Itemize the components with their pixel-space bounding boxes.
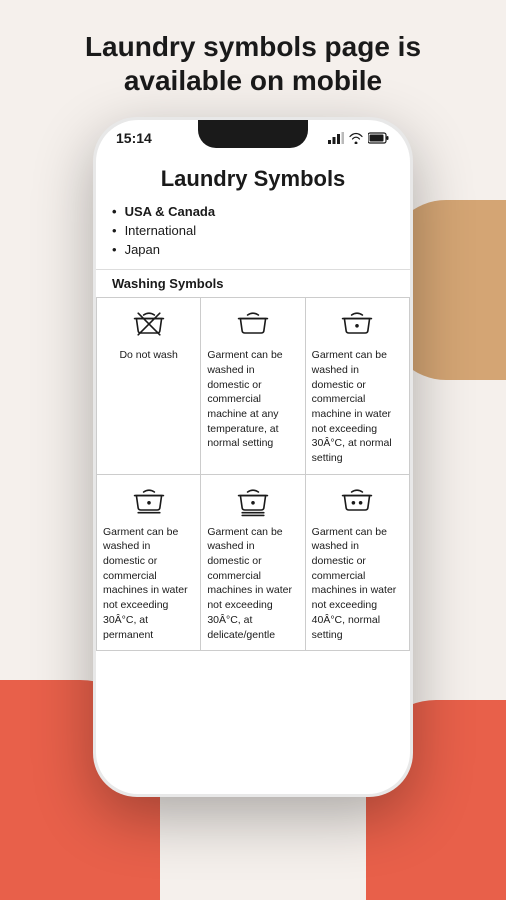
wash-30-permanent-text: Garment can be washed in domestic or com…	[103, 525, 194, 643]
section-header: Washing Symbols	[96, 269, 410, 297]
table-cell-30-delicate: Garment can be washed in domestic or com…	[201, 474, 305, 651]
phone-mockup: 15:14	[93, 117, 413, 797]
symbols-table: Do not wash	[96, 297, 410, 651]
table-cell-30-normal: Garment can be washed in domestic or com…	[305, 298, 409, 475]
wash-30-delicate-text: Garment can be washed in domestic or com…	[207, 525, 298, 643]
table-cell-any-temp: Garment can be washed in domestic or com…	[201, 298, 305, 475]
wash-40-normal-text: Garment can be washed in domestic or com…	[312, 525, 403, 643]
wash-any-temp-icon	[235, 306, 271, 342]
table-cell-do-not-wash: Do not wash	[97, 298, 201, 475]
table-cell-30-permanent: Garment can be washed in domestic or com…	[97, 474, 201, 651]
wifi-icon	[348, 132, 364, 144]
signal-icon	[328, 132, 344, 144]
phone-screen: 15:14	[96, 120, 410, 794]
wash-30-permanent-icon	[131, 483, 167, 519]
nav-item-usa[interactable]: USA & Canada	[112, 204, 394, 219]
table-cell-40-normal: Garment can be washed in domestic or com…	[305, 474, 409, 651]
table-row: Garment can be washed in domestic or com…	[97, 474, 410, 651]
phone-notch	[198, 120, 308, 148]
wash-30-delicate-icon	[235, 483, 271, 519]
app-title: Laundry Symbols	[96, 150, 410, 204]
page-title: Laundry symbols page is available on mob…	[85, 30, 421, 97]
wash-40-normal-icon	[339, 483, 375, 519]
nav-item-international[interactable]: International	[112, 223, 394, 238]
status-time: 15:14	[116, 130, 152, 146]
wash-any-temp-text: Garment can be washed in domestic or com…	[207, 348, 298, 451]
do-not-wash-icon	[131, 306, 167, 342]
wash-30-normal-icon	[339, 306, 375, 342]
status-icons	[328, 132, 390, 144]
table-row: Do not wash	[97, 298, 410, 475]
nav-list: USA & Canada International Japan	[96, 204, 410, 269]
wash-30-normal-text: Garment can be washed in domestic or com…	[312, 348, 403, 466]
battery-icon	[368, 132, 390, 144]
screen-content[interactable]: Laundry Symbols USA & Canada Internation…	[96, 150, 410, 774]
nav-item-japan[interactable]: Japan	[112, 242, 394, 257]
do-not-wash-text: Do not wash	[119, 348, 177, 363]
